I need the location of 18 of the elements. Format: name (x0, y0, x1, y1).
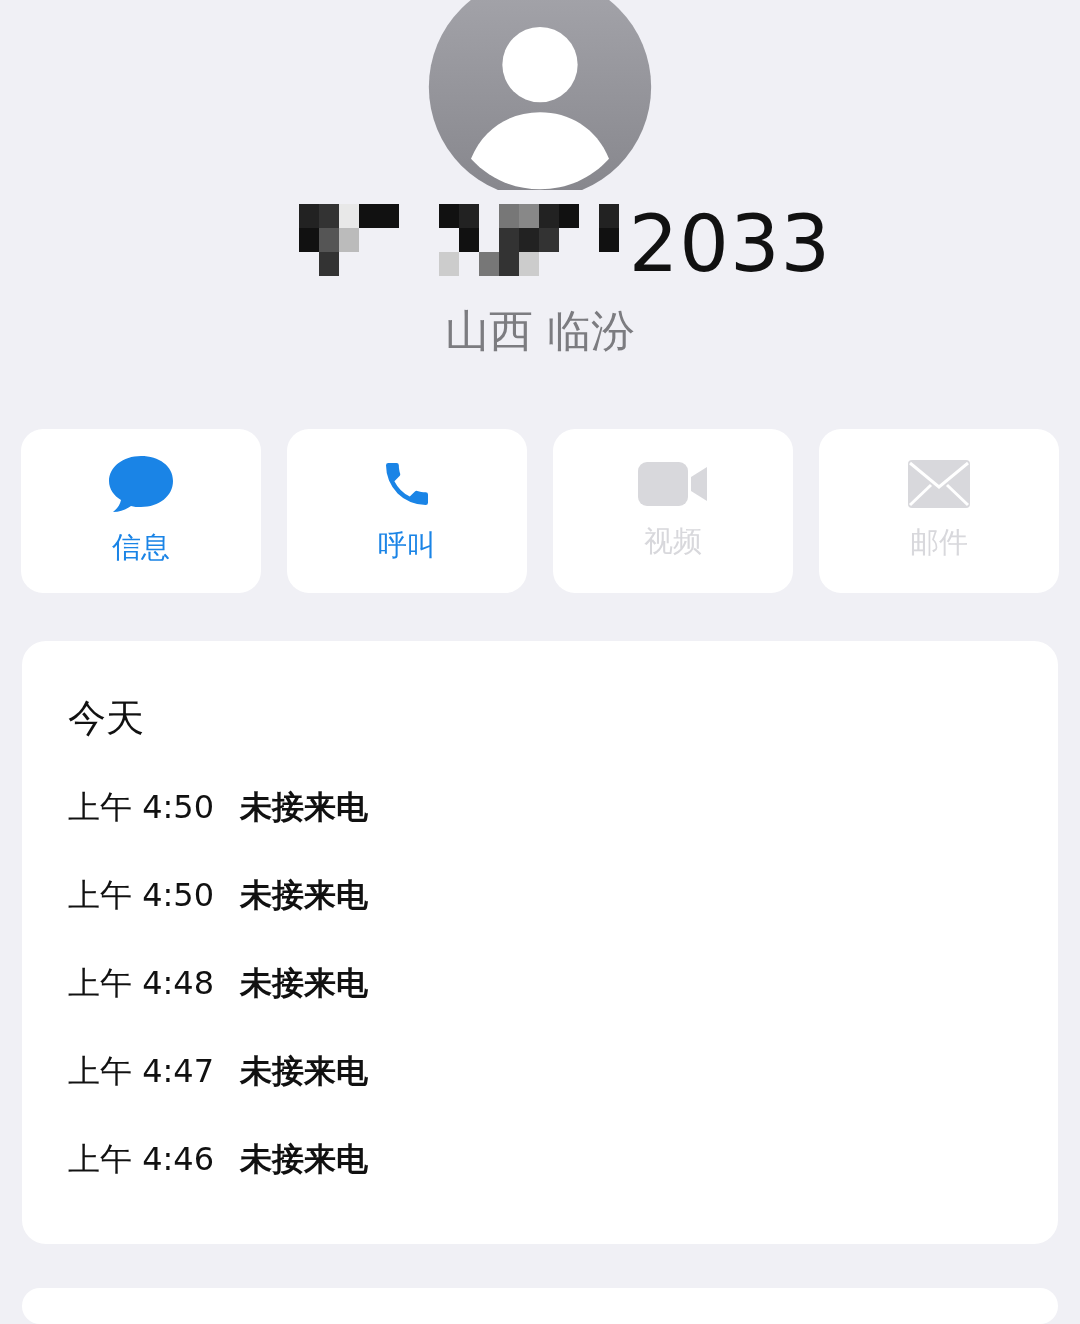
envelope-icon (907, 459, 971, 510)
call-status: 未接来电 (240, 963, 369, 1005)
call-time: 上午 4:47 (68, 1051, 215, 1093)
call-time: 上午 4:50 (68, 787, 215, 829)
call-time: 上午 4:50 (68, 875, 215, 917)
action-button[interactable]: 信息 (21, 429, 261, 594)
call-status: 未接来电 (240, 787, 369, 829)
location-label: 山西 临汾 (445, 304, 635, 359)
phone-number: 2033 (628, 205, 832, 284)
speech-bubble-icon (108, 454, 174, 515)
call-status: 未接来电 (240, 1139, 369, 1181)
call-time: 上午 4:48 (68, 963, 215, 1005)
action-button[interactable]: 呼叫 (287, 429, 527, 594)
date-heading: 今天 (68, 695, 145, 743)
video-camera-icon (638, 460, 708, 509)
call-time: 上午 4:46 (68, 1139, 215, 1181)
call-status: 未接来电 (240, 1051, 369, 1093)
call-status: 未接来电 (240, 875, 369, 917)
